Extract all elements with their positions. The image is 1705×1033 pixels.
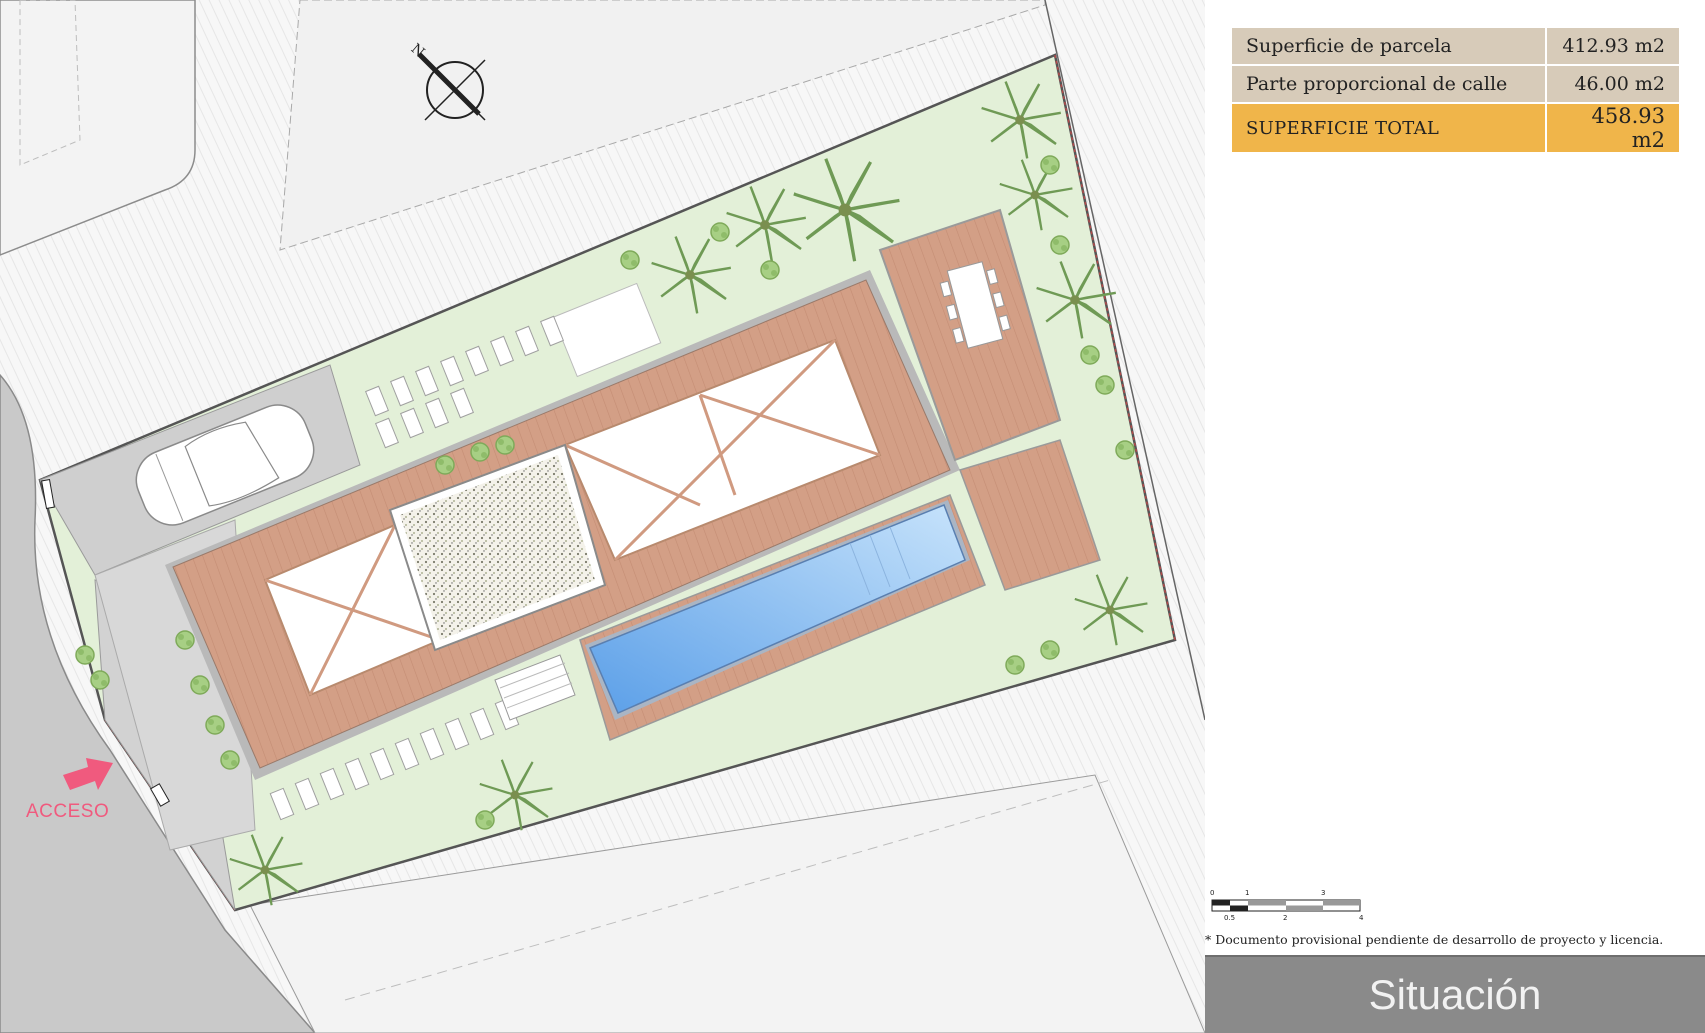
area-table: Superficie de parcela 412.93 m2 Parte pr… (1230, 26, 1681, 154)
title-band: Situación (1205, 955, 1705, 1033)
area-label: Parte proporcional de calle (1230, 64, 1547, 104)
area-value: 46.00 m2 (1545, 64, 1681, 104)
site-plan: N ACCESO (0, 0, 1205, 1033)
scale-tick-label: 4 (1359, 914, 1364, 922)
access-label: ACCESO (26, 801, 109, 822)
total-value: 458.93 m2 (1545, 102, 1681, 154)
scale-tick-label: 0.5 (1224, 914, 1235, 922)
scale-tick-label: 2 (1283, 914, 1287, 922)
scale-tick-label: 3 (1321, 889, 1325, 897)
disclaimer-note: * Documento provisional pendiente de des… (1205, 932, 1664, 947)
total-label: SUPERFICIE TOTAL (1230, 102, 1547, 154)
area-label: Superficie de parcela (1230, 26, 1547, 66)
scale-tick-label: 1 (1245, 889, 1249, 897)
area-row-plot: Superficie de parcela 412.93 m2 (1230, 26, 1681, 66)
side-panel: Superficie de parcela 412.93 m2 Parte pr… (1205, 0, 1705, 1033)
scale-bar: 0 1 3 0.5 2 4 (1210, 889, 1364, 922)
sheet-title: Situación (1368, 971, 1542, 1018)
area-row-total: SUPERFICIE TOTAL 458.93 m2 (1230, 102, 1681, 154)
scale-tick-label: 0 (1210, 889, 1214, 897)
site-plan-drawing: N ACCESO (0, 0, 1205, 1033)
area-value: 412.93 m2 (1545, 26, 1681, 66)
area-row-street: Parte proporcional de calle 46.00 m2 (1230, 64, 1681, 104)
